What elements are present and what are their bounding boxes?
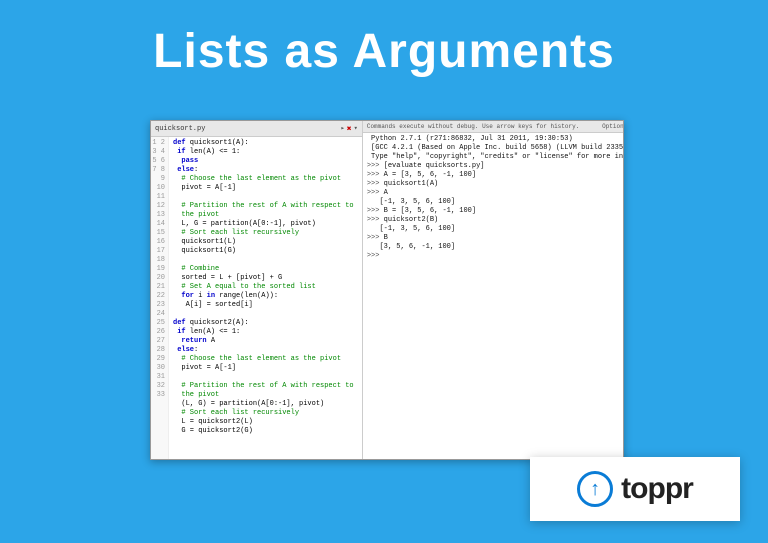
shell-options-link[interactable]: Options <box>602 123 623 130</box>
logo-card: ↑ toppr <box>530 457 740 521</box>
logo-arrow-icon: ↑ <box>577 471 613 507</box>
shell-header: Commands execute without debug. Use arro… <box>363 121 623 133</box>
ide-window: quicksort.py ▸ ✖ ▾ 1 2 3 4 5 6 7 8 9 10 … <box>150 120 624 460</box>
ide-body: quicksort.py ▸ ✖ ▾ 1 2 3 4 5 6 7 8 9 10 … <box>151 121 623 459</box>
editor-pane: quicksort.py ▸ ✖ ▾ 1 2 3 4 5 6 7 8 9 10 … <box>151 121 363 459</box>
editor-toolbar: ▸ ✖ ▾ <box>341 124 358 134</box>
shell-header-text: Commands execute without debug. Use arro… <box>367 123 579 130</box>
shell-pane: Commands execute without debug. Use arro… <box>363 121 623 459</box>
page-heading: Lists as Arguments <box>0 0 768 79</box>
menu-icon[interactable]: ▾ <box>354 124 358 133</box>
code-area[interactable]: 1 2 3 4 5 6 7 8 9 10 11 12 13 14 15 16 1… <box>151 137 362 459</box>
shell-output[interactable]: Python 2.7.1 (r271:86832, Jul 31 2011, 1… <box>363 133 623 459</box>
line-gutter: 1 2 3 4 5 6 7 8 9 10 11 12 13 14 15 16 1… <box>151 137 169 459</box>
editor-tab[interactable]: quicksort.py <box>155 125 205 133</box>
code-content[interactable]: def quicksort1(A): if len(A) <= 1: pass … <box>169 137 362 459</box>
editor-tabbar: quicksort.py ▸ ✖ ▾ <box>151 121 362 137</box>
logo-brand-text: toppr <box>621 472 693 506</box>
run-icon[interactable]: ▸ <box>341 124 345 133</box>
stop-icon[interactable]: ✖ <box>347 124 352 134</box>
